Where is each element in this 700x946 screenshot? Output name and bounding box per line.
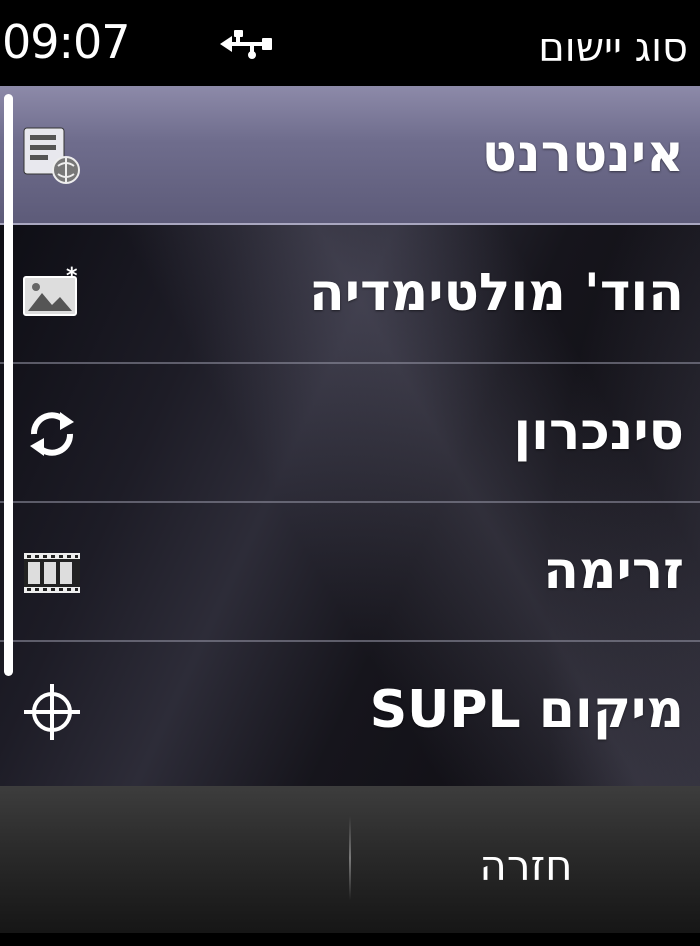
internet-settings-icon [23,127,80,184]
list-item-label: סינכרון [513,402,684,462]
usb-icon [220,30,272,59]
list-item-label: אינטרנט [481,124,684,184]
screen-title: סוג יישום [538,25,688,71]
list-item-multimedia[interactable]: * הוד' מולטימדיה [0,225,700,364]
softkey-divider [349,816,351,900]
application-type-list: אינטרנט * הוד' מולטימדיה סינכרון זרימה מ… [0,86,700,786]
clock: 09:07 [2,15,131,69]
list-item-label: הוד' מולטימדיה [309,263,684,323]
list-item-sync[interactable]: סינכרון [0,364,700,503]
location-crosshair-icon [24,684,80,740]
back-button[interactable]: חזרה [352,786,700,933]
multimedia-message-icon: * [23,265,78,316]
list-item-supl-location[interactable]: מיקום SUPL [0,642,700,781]
softkey-bar: חזרה [0,786,700,933]
list-item-internet[interactable]: אינטרנט [0,86,700,225]
status-bar: 09:07 סוג יישום [0,0,700,86]
streaming-film-icon [24,553,80,593]
left-softkey[interactable] [0,786,348,933]
svg-text:*: * [66,265,78,289]
list-item-label: זרימה [543,541,684,601]
scrollbar[interactable] [4,94,13,676]
list-item-label: מיקום SUPL [369,680,684,740]
sync-icon [30,412,74,456]
list-item-streaming[interactable]: זרימה [0,503,700,642]
